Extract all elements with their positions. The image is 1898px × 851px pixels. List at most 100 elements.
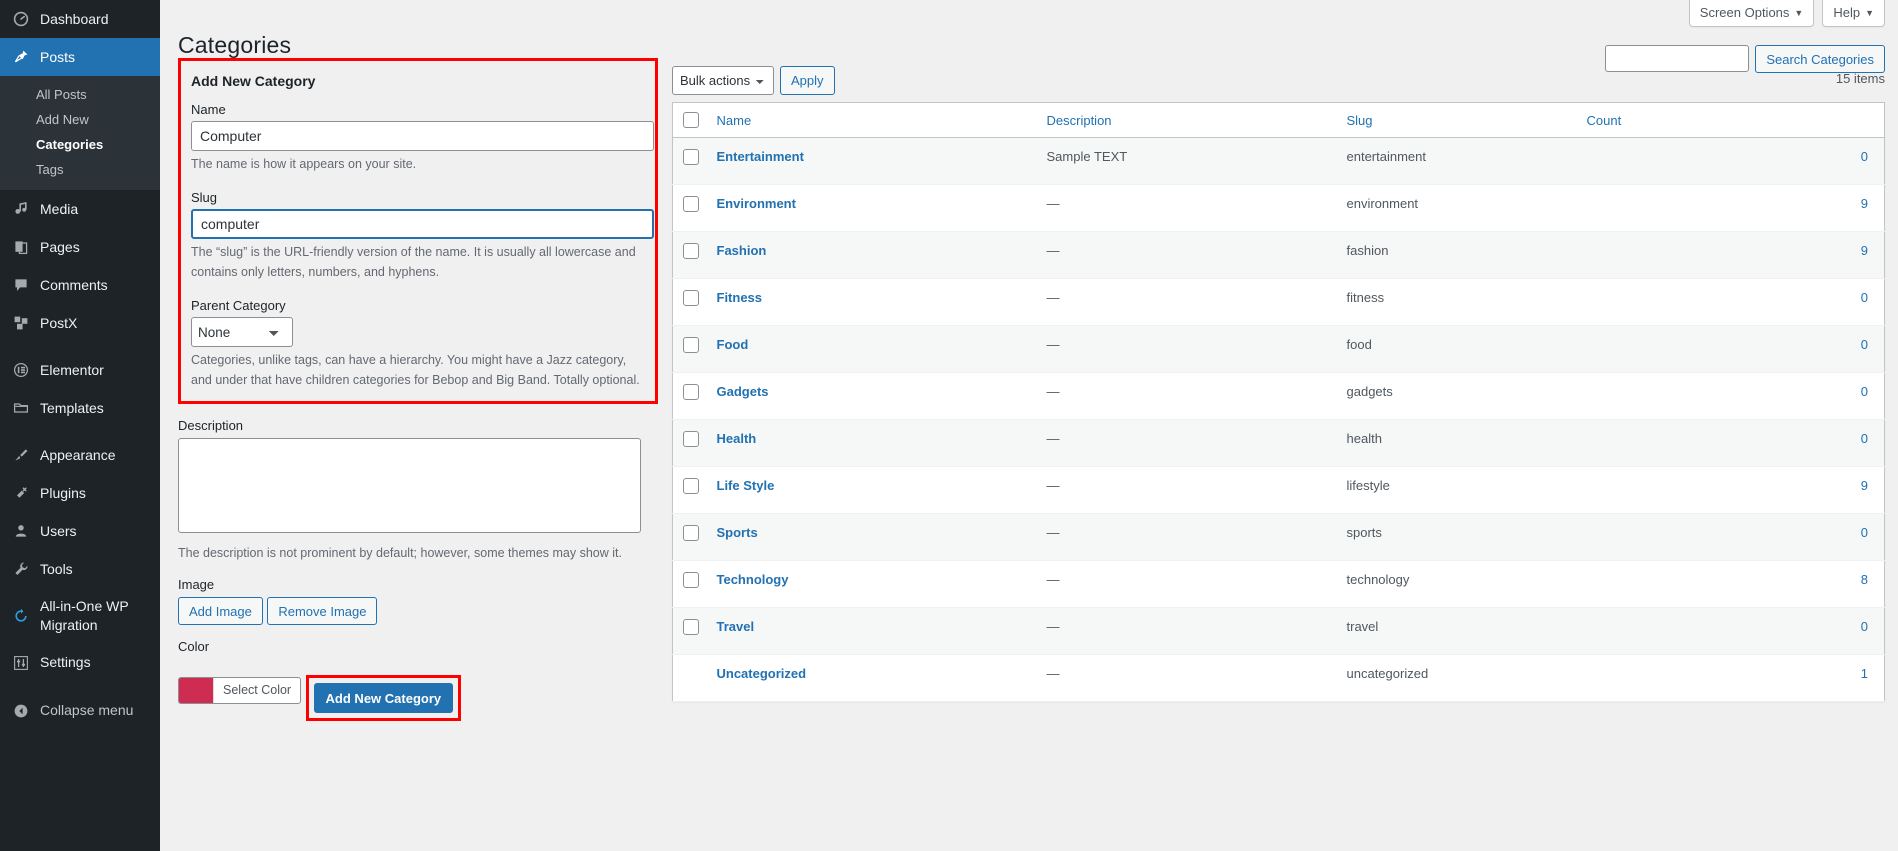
row-select-cell bbox=[672, 325, 707, 373]
row-checkbox[interactable] bbox=[683, 290, 699, 306]
column-header-description[interactable]: Description bbox=[1036, 102, 1337, 138]
category-description-cell: — bbox=[1036, 560, 1337, 608]
description-help-text: The description is not prominent by defa… bbox=[178, 545, 622, 560]
select-color-label: Select Color bbox=[213, 677, 300, 703]
sidebar-item-tags[interactable]: Tags bbox=[0, 157, 160, 182]
row-checkbox[interactable] bbox=[683, 525, 699, 541]
category-count-cell: 0 bbox=[1576, 607, 1885, 655]
postx-icon bbox=[11, 313, 31, 333]
row-checkbox[interactable] bbox=[683, 431, 699, 447]
row-checkbox[interactable] bbox=[683, 196, 699, 212]
column-header-name[interactable]: Name bbox=[706, 102, 1037, 138]
row-checkbox[interactable] bbox=[683, 337, 699, 353]
remove-image-button[interactable]: Remove Image bbox=[267, 597, 378, 626]
column-header-count[interactable]: Count bbox=[1576, 102, 1885, 138]
sidebar-item-label: All-in-One WP Migration bbox=[40, 598, 129, 633]
sidebar-item-tools[interactable]: Tools bbox=[0, 550, 160, 588]
description-textarea[interactable] bbox=[178, 437, 641, 533]
category-name-link[interactable]: Uncategorized bbox=[717, 666, 807, 681]
category-name-link[interactable]: Sports bbox=[717, 525, 758, 540]
category-name-link[interactable]: Environment bbox=[717, 196, 796, 211]
category-count-link[interactable]: 0 bbox=[1861, 619, 1868, 634]
parent-category-select[interactable]: None bbox=[191, 317, 293, 348]
category-name-link[interactable]: Technology bbox=[717, 572, 789, 587]
column-header-slug[interactable]: Slug bbox=[1336, 102, 1577, 138]
category-name-link[interactable]: Food bbox=[717, 337, 749, 352]
category-description-cell: — bbox=[1036, 184, 1337, 232]
category-name-link[interactable]: Fashion bbox=[717, 243, 767, 258]
add-new-category-submit-button[interactable]: Add New Category bbox=[313, 683, 454, 714]
sidebar-item-postx[interactable]: PostX bbox=[0, 304, 160, 342]
sidebar-item-templates[interactable]: Templates bbox=[0, 389, 160, 427]
name-input[interactable] bbox=[191, 121, 654, 151]
select-all-checkbox[interactable] bbox=[683, 112, 699, 128]
row-select-cell bbox=[672, 466, 707, 514]
category-name-link[interactable]: Travel bbox=[717, 619, 755, 634]
row-select-cell bbox=[672, 278, 707, 326]
category-count-link[interactable]: 0 bbox=[1861, 149, 1868, 164]
category-name-link[interactable]: Health bbox=[717, 431, 757, 446]
category-count-link[interactable]: 1 bbox=[1861, 666, 1868, 681]
sidebar-item-all-in-one-wp-migration[interactable]: All-in-One WP Migration bbox=[0, 588, 160, 644]
category-count-cell: 0 bbox=[1576, 325, 1885, 373]
category-count-link[interactable]: 9 bbox=[1861, 243, 1868, 258]
sidebar-item-all-posts[interactable]: All Posts bbox=[0, 82, 160, 107]
main-content: Categories Screen Options ▼ Help ▼ Search … bbox=[160, 0, 1898, 851]
category-count-link[interactable]: 0 bbox=[1861, 290, 1868, 305]
bulk-actions-select[interactable]: Bulk actions bbox=[672, 65, 774, 95]
category-count-cell: 9 bbox=[1576, 231, 1885, 279]
sidebar-item-plugins[interactable]: Plugins bbox=[0, 474, 160, 512]
category-count-cell: 0 bbox=[1576, 513, 1885, 561]
category-count-link[interactable]: 9 bbox=[1861, 478, 1868, 493]
name-help-text: The name is how it appears on your site. bbox=[191, 157, 417, 171]
sidebar-item-pages[interactable]: Pages bbox=[0, 228, 160, 266]
row-checkbox[interactable] bbox=[683, 384, 699, 400]
settings-icon bbox=[11, 653, 31, 673]
sidebar-item-appearance[interactable]: Appearance bbox=[0, 436, 160, 474]
category-name-link[interactable]: Fitness bbox=[717, 290, 763, 305]
category-name-link[interactable]: Life Style bbox=[717, 478, 775, 493]
category-count-link[interactable]: 9 bbox=[1861, 196, 1868, 211]
help-label: Help bbox=[1833, 5, 1861, 20]
table-head: Name Description Slug Count bbox=[672, 102, 1885, 138]
sidebar-item-users[interactable]: Users bbox=[0, 512, 160, 550]
collapse-menu-label: Collapse menu bbox=[40, 702, 134, 719]
sidebar-item-add-new[interactable]: Add New bbox=[0, 107, 160, 132]
collapse-menu-button[interactable]: Collapse menu bbox=[0, 692, 160, 730]
table-body: Entertainment Sample TEXT entertainment 0 En… bbox=[672, 137, 1885, 702]
add-image-button[interactable]: Add Image bbox=[178, 597, 263, 626]
apply-button[interactable]: Apply bbox=[780, 65, 835, 95]
category-count-link[interactable]: 0 bbox=[1861, 337, 1868, 352]
row-select-cell bbox=[672, 137, 707, 185]
sidebar-item-comments[interactable]: Comments bbox=[0, 266, 160, 304]
sidebar-item-elementor[interactable]: Elementor bbox=[0, 351, 160, 389]
submit-highlight: Add New Category bbox=[305, 675, 462, 722]
slug-input[interactable] bbox=[191, 209, 654, 240]
sidebar-item-label: Pages bbox=[40, 238, 80, 255]
color-picker[interactable]: Select Color bbox=[178, 676, 302, 704]
row-checkbox[interactable] bbox=[683, 149, 699, 165]
category-name-link[interactable]: Entertainment bbox=[717, 149, 804, 164]
category-count-link[interactable]: 0 bbox=[1861, 431, 1868, 446]
row-checkbox[interactable] bbox=[683, 243, 699, 259]
help-button[interactable]: Help ▼ bbox=[1822, 0, 1885, 27]
category-slug-cell: health bbox=[1336, 419, 1577, 467]
category-count-link[interactable]: 0 bbox=[1861, 384, 1868, 399]
select-all-header bbox=[672, 102, 707, 138]
row-checkbox[interactable] bbox=[683, 619, 699, 635]
sidebar-item-settings[interactable]: Settings bbox=[0, 644, 160, 682]
sidebar-item-categories[interactable]: Categories bbox=[0, 132, 160, 157]
color-swatch[interactable] bbox=[179, 677, 213, 703]
row-checkbox[interactable] bbox=[683, 478, 699, 494]
sidebar-item-dashboard[interactable]: Dashboard bbox=[0, 0, 160, 38]
sidebar-item-media[interactable]: Media bbox=[0, 190, 160, 228]
table-row: Health — health 0 bbox=[672, 419, 1885, 467]
sidebar-item-posts[interactable]: Posts bbox=[0, 38, 160, 76]
sidebar-item-label: Tools bbox=[40, 560, 73, 577]
row-checkbox[interactable] bbox=[683, 572, 699, 588]
category-count-link[interactable]: 8 bbox=[1861, 572, 1868, 587]
category-name-link[interactable]: Gadgets bbox=[717, 384, 769, 399]
category-count-link[interactable]: 0 bbox=[1861, 525, 1868, 540]
screen-options-button[interactable]: Screen Options ▼ bbox=[1688, 0, 1815, 27]
row-select-cell bbox=[672, 419, 707, 467]
